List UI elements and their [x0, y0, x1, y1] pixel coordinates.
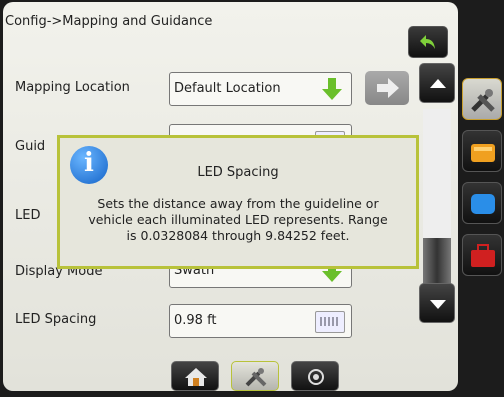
mapping-location-field[interactable]: Default Location: [169, 72, 352, 106]
tools-icon: [471, 89, 495, 112]
mapping-location-label: Mapping Location: [15, 80, 130, 95]
bottom-tab-bar: [171, 361, 361, 391]
page-title: Config->Mapping and Guidance: [5, 14, 213, 29]
side-tab-display[interactable]: [462, 182, 502, 224]
dialog-title: LED Spacing: [197, 165, 279, 180]
display-icon: [471, 194, 495, 214]
scrollbar[interactable]: [419, 63, 455, 383]
arrow-right-icon: [377, 78, 399, 98]
led-spacing-label: LED Spacing: [15, 312, 97, 327]
mapping-location-value: Default Location: [174, 81, 281, 96]
led-spacing-value: 0.98 ft: [174, 313, 217, 328]
side-tab-toolbox[interactable]: [462, 234, 502, 276]
led-spacing-field[interactable]: 0.98 ft: [169, 304, 352, 338]
config-panel: Config->Mapping and Guidance Mapping Loc…: [3, 2, 458, 391]
back-button[interactable]: [408, 26, 448, 58]
dialog-line: is 0.0328084 through 9.84252 feet.: [126, 228, 350, 243]
machine-icon: [471, 144, 495, 162]
dialog-line: Sets the distance away from the guidelin…: [97, 196, 379, 211]
dropdown-arrow-icon[interactable]: [318, 77, 346, 101]
led-label: LED: [15, 208, 41, 223]
tools-icon: [245, 368, 267, 387]
info-dialog[interactable]: i LED Spacing Sets the distance away fro…: [57, 135, 419, 269]
dialog-body: Sets the distance away from the guidelin…: [72, 196, 404, 244]
side-tab-machine[interactable]: [462, 130, 502, 172]
chevron-down-icon: [430, 300, 446, 309]
toolbox-icon: [471, 244, 495, 267]
tools-tab[interactable]: [231, 361, 279, 391]
guidance-label: Guid: [15, 139, 46, 154]
side-tab-tools[interactable]: [462, 78, 502, 120]
chevron-up-icon: [430, 79, 446, 88]
scroll-up-button[interactable]: [419, 63, 455, 103]
keyboard-icon[interactable]: [315, 311, 345, 333]
dialog-line: vehicle each illuminated LED represents.…: [88, 212, 388, 227]
next-location-button[interactable]: [365, 71, 409, 105]
gps-tab[interactable]: [291, 361, 339, 391]
back-arrow-icon: [420, 35, 435, 49]
gps-icon: [308, 369, 324, 385]
home-tab[interactable]: [171, 361, 219, 391]
scroll-down-button[interactable]: [419, 283, 455, 323]
home-icon: [185, 368, 207, 386]
